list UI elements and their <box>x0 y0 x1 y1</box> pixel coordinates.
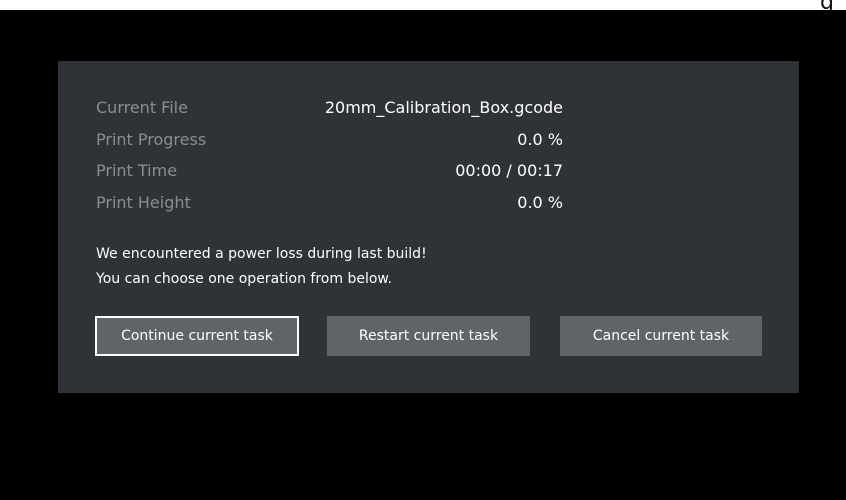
current-file-label: Current File <box>96 98 188 117</box>
print-progress-value: 0.0 % <box>517 130 563 149</box>
power-loss-message-line-1: We encountered a power loss during last … <box>96 246 427 262</box>
current-file-value: 20mm_Calibration_Box.gcode <box>324 98 563 117</box>
print-height-value: 0.0 % <box>517 193 563 212</box>
power-loss-message-line-2: You can choose one operation from below. <box>96 271 393 287</box>
restart-current-task-button[interactable]: Restart current task <box>327 316 530 356</box>
print-time-value: 00:00 / 00:17 <box>455 161 563 180</box>
info-row-print-height: Print Height 0.0 % <box>96 190 563 216</box>
top-strip: g <box>0 0 846 10</box>
info-row-print-time: Print Time 00:00 / 00:17 <box>96 158 563 184</box>
print-time-label: Print Time <box>96 161 178 180</box>
cancel-current-task-button[interactable]: Cancel current task <box>560 316 762 356</box>
print-progress-label: Print Progress <box>96 130 207 149</box>
info-row-current-file: Current File 20mm_Calibration_Box.gcode <box>96 95 563 121</box>
info-row-print-progress: Print Progress 0.0 % <box>96 127 563 153</box>
top-strip-partial-text: g <box>820 0 840 10</box>
power-loss-dialog: Current File 20mm_Calibration_Box.gcode … <box>58 61 799 393</box>
continue-current-task-button[interactable]: Continue current task <box>95 316 299 356</box>
print-height-label: Print Height <box>96 193 191 212</box>
